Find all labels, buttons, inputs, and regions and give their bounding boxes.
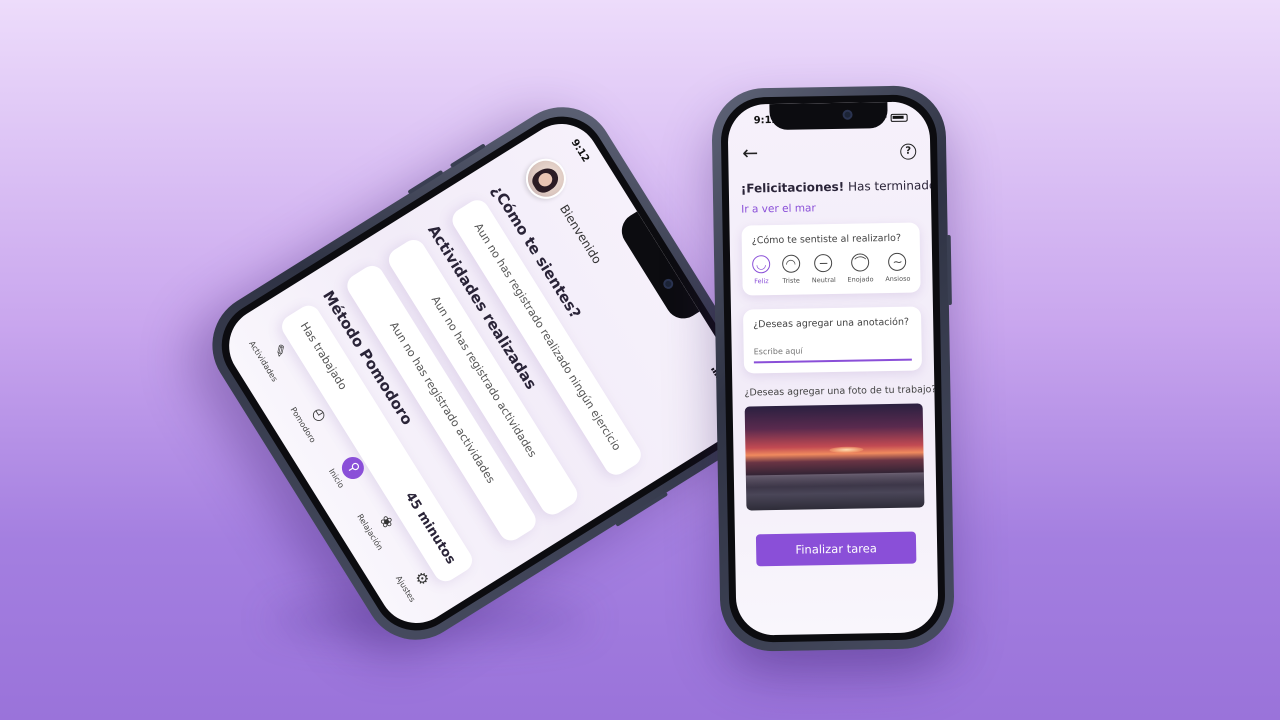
mood-card: ¿Cómo te sentiste al realizarlo? ◡ Feliz… [741,222,921,296]
notch [769,102,888,131]
nav-item-relajacion[interactable]: ❀ Relajación [356,498,407,551]
phone-bezel: 9:12 ◠ ← ? ¡Felicitaciones! Has terminad… [720,94,946,643]
mood-label: Neutral [811,275,836,285]
back-arrow-icon[interactable]: ← [742,142,758,164]
neutral-face-icon: − [814,253,833,273]
mood-ansioso[interactable]: ~ Ansioso [885,252,911,284]
happy-face-icon: ◡ [752,255,771,274]
mood-triste[interactable]: ◠ Triste [781,254,801,285]
sea-link[interactable]: Ir a ver el mar [741,200,919,215]
battery-icon [890,113,908,122]
angry-face-icon: ⌒ [851,253,870,272]
finish-content: ← ? ¡Felicitaciones! Has terminado Ir a … [727,101,938,635]
photo-question: ¿Deseas agregar una foto de tu trabajo? [744,384,937,399]
congrats-message: ¡Felicitaciones! Has terminado [740,178,937,196]
congrats-bold: ¡Felicitaciones! [740,179,845,196]
anxious-face-icon: ~ [888,252,907,272]
mood-label: Ansioso [885,274,911,284]
welcome-text: Bienvenido [556,202,605,267]
mood-enojado[interactable]: ⌒ Enojado [847,253,874,284]
note-question: ¿Deseas agregar una anotación? [753,316,910,331]
mood-question: ¿Cómo te sentiste al realizarlo? [751,232,902,247]
mood-label: Feliz [754,277,769,286]
mood-options: ◡ Feliz ◠ Triste − Neutral ⌒ Enojado ~ A… [752,252,911,286]
sad-face-icon: ◠ [781,254,801,273]
power-button [946,234,952,305]
phone-home: 9:12 ◠ Bienvenido ¿Cómo te sientes? Aun … [192,87,786,660]
home-screen: 9:12 ◠ Bienvenido ¿Cómo te sientes? Aun … [214,109,764,638]
nav-item-ajustes[interactable]: ⚙ Ajustes [394,560,439,604]
finish-task-button[interactable]: Finalizar tarea [755,531,917,567]
nav-item-actividades[interactable]: ✎ Actividades [248,325,302,383]
wave-foam [745,472,925,488]
phone-finish: 9:12 ◠ ← ? ¡Felicitaciones! Has terminad… [711,85,955,652]
help-icon[interactable]: ? [900,143,917,160]
nav-item-inicio[interactable]: ⚲ Inicio [327,452,369,490]
note-card: ¿Deseas agregar una anotación? [742,306,923,374]
mood-label: Triste [782,276,800,285]
sun-glow [829,446,864,453]
finish-screen: 9:12 ◠ ← ? ¡Felicitaciones! Has terminad… [727,101,939,636]
note-input[interactable] [753,341,912,364]
top-bar: ← ? [740,141,918,165]
avatar[interactable] [518,151,574,207]
congrats-rest: Has terminado [844,178,937,194]
mood-label: Enojado [847,275,874,284]
nav-item-pomodoro[interactable]: ◴ Pomodoro [289,392,340,444]
phone-bezel: 9:12 ◠ Bienvenido ¿Cómo te sientes? Aun … [205,99,773,648]
mood-feliz[interactable]: ◡ Feliz [752,255,771,285]
sunset-photo[interactable] [744,403,925,511]
mood-neutral[interactable]: − Neutral [811,253,836,285]
